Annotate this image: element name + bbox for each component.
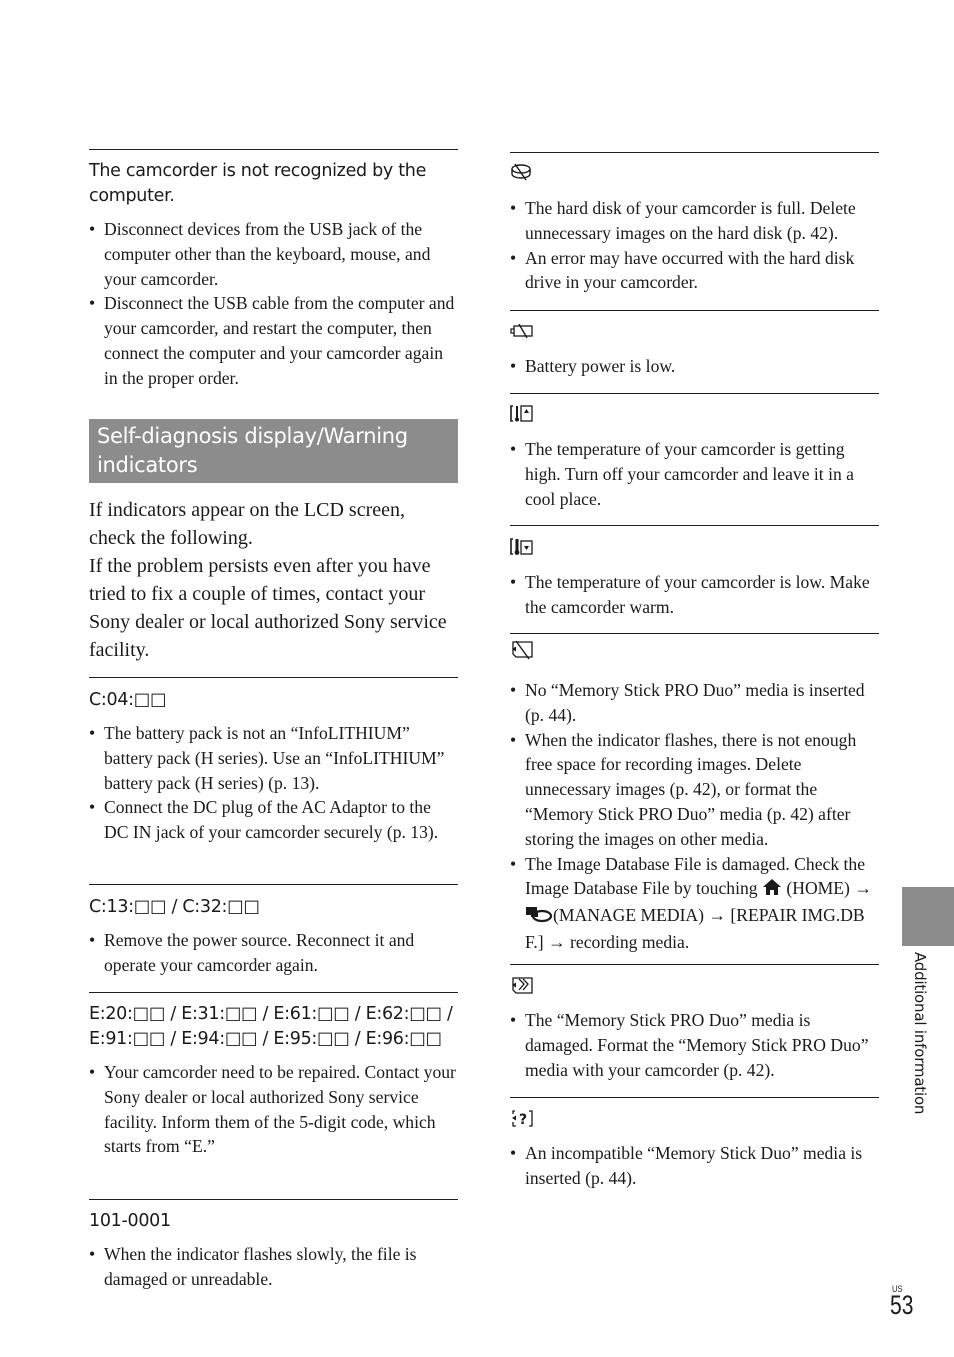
list-item: When the indicator flashes, there is not… <box>510 728 879 852</box>
list-item: The battery pack is not an “InfoLITHIUM”… <box>89 721 458 795</box>
divider <box>510 633 879 634</box>
incompatible-memory-stick-icon: ? <box>510 1110 534 1128</box>
list-item: The temperature of your camcorder is low… <box>510 570 879 620</box>
battery-low-icon <box>510 324 534 338</box>
list-item: The Image Database File is damaged. Chec… <box>510 852 879 955</box>
error-code-heading: 101-0001 <box>89 1211 171 1231</box>
list-item: The temperature of your camcorder is get… <box>510 437 879 511</box>
arrow-icon: → <box>708 905 726 926</box>
temperature-low-icon <box>510 538 534 556</box>
home-icon <box>762 878 782 903</box>
section-tab <box>902 887 954 946</box>
error-code-heading: C:13:□□ / C:32:□□ <box>89 897 260 917</box>
arrow-icon: → <box>548 931 566 952</box>
divider <box>510 525 879 526</box>
divider <box>510 393 879 394</box>
divider <box>89 992 458 993</box>
list-item: Disconnect the USB cable from the comput… <box>89 291 458 390</box>
divider <box>510 1097 879 1098</box>
intro: If indicators appear on the LCD screen, … <box>89 496 449 664</box>
bullet-list: Your camcorder need to be repaired. Cont… <box>89 1060 458 1159</box>
section-not-recognized: The camcorder is not recognized by the c… <box>89 159 458 391</box>
list-item: Battery power is low. <box>510 354 879 379</box>
bullet-list: When the indicator flashes slowly, the f… <box>89 1242 458 1292</box>
section-c04: C:04:□□ The battery pack is not an “Info… <box>89 688 458 845</box>
bullet-list: The temperature of your camcorder is get… <box>510 437 879 511</box>
bullet-list: The “Memory Stick PRO Duo” media is dama… <box>510 1008 879 1082</box>
hard-disk-warning-icon <box>510 163 532 181</box>
home-label: (HOME) <box>786 878 850 899</box>
divider <box>89 884 458 885</box>
bullet-list: The hard disk of your camcorder is full.… <box>510 196 879 295</box>
section-tab-label: Additional information <box>911 952 929 1115</box>
manage-media-icon <box>525 905 553 930</box>
heading-not-recognized: The camcorder is not recognized by the c… <box>89 161 427 206</box>
section-title-banner: Self-diagnosis display/Warning indicator… <box>89 419 458 483</box>
list-item: Your camcorder need to be repaired. Cont… <box>89 1060 458 1159</box>
list-item: An error may have occurred with the hard… <box>510 246 879 296</box>
bullet-list: No “Memory Stick PRO Duo” media is inser… <box>510 678 879 955</box>
no-memory-stick-icon <box>510 640 534 660</box>
damaged-memory-stick-icon <box>510 977 534 995</box>
list-item: An incompatible “Memory Stick Duo” media… <box>510 1141 879 1191</box>
list-item: No “Memory Stick PRO Duo” media is inser… <box>510 678 879 728</box>
arrow-icon: → <box>854 878 872 899</box>
divider <box>89 677 458 678</box>
intro-paragraph: If indicators appear on the LCD screen, … <box>89 499 405 549</box>
section-c13: C:13:□□ / C:32:□□ Remove the power sourc… <box>89 895 458 978</box>
bullet-list: Battery power is low. <box>510 354 879 379</box>
recording-media-label: recording media. <box>570 931 690 952</box>
list-item: The hard disk of your camcorder is full.… <box>510 196 879 246</box>
bullet-list: Remove the power source. Reconnect it an… <box>89 928 458 978</box>
list-item: Connect the DC plug of the AC Adaptor to… <box>89 795 458 845</box>
bullet-list: The temperature of your camcorder is low… <box>510 570 879 620</box>
divider <box>510 152 879 153</box>
divider <box>510 310 879 311</box>
error-code-heading: E:20:□□ / E:31:□□ / E:61:□□ / E:62:□□ / … <box>89 1004 453 1049</box>
divider <box>89 149 458 150</box>
list-item: Disconnect devices from the USB jack of … <box>89 217 458 291</box>
svg-text:?: ? <box>519 1112 527 1128</box>
manage-media-label: (MANAGE MEDIA) <box>553 905 704 926</box>
list-item: The “Memory Stick PRO Duo” media is dama… <box>510 1008 879 1082</box>
list-item: When the indicator flashes slowly, the f… <box>89 1242 458 1292</box>
bullet-list: An incompatible “Memory Stick Duo” media… <box>510 1141 879 1191</box>
error-code-heading: C:04:□□ <box>89 690 167 710</box>
temperature-high-icon <box>510 405 534 423</box>
intro-paragraph: If the problem persists even after you h… <box>89 555 447 661</box>
page-number: 53 <box>890 1290 914 1320</box>
divider <box>89 1199 458 1200</box>
bullet-list: Disconnect devices from the USB jack of … <box>89 217 458 391</box>
divider <box>510 964 879 965</box>
bullet-list: The battery pack is not an “InfoLITHIUM”… <box>89 721 458 845</box>
section-e-codes: E:20:□□ / E:31:□□ / E:61:□□ / E:62:□□ / … <box>89 1002 458 1159</box>
section-101: 101-0001 When the indicator flashes slow… <box>89 1209 458 1292</box>
list-item: Remove the power source. Reconnect it an… <box>89 928 458 978</box>
